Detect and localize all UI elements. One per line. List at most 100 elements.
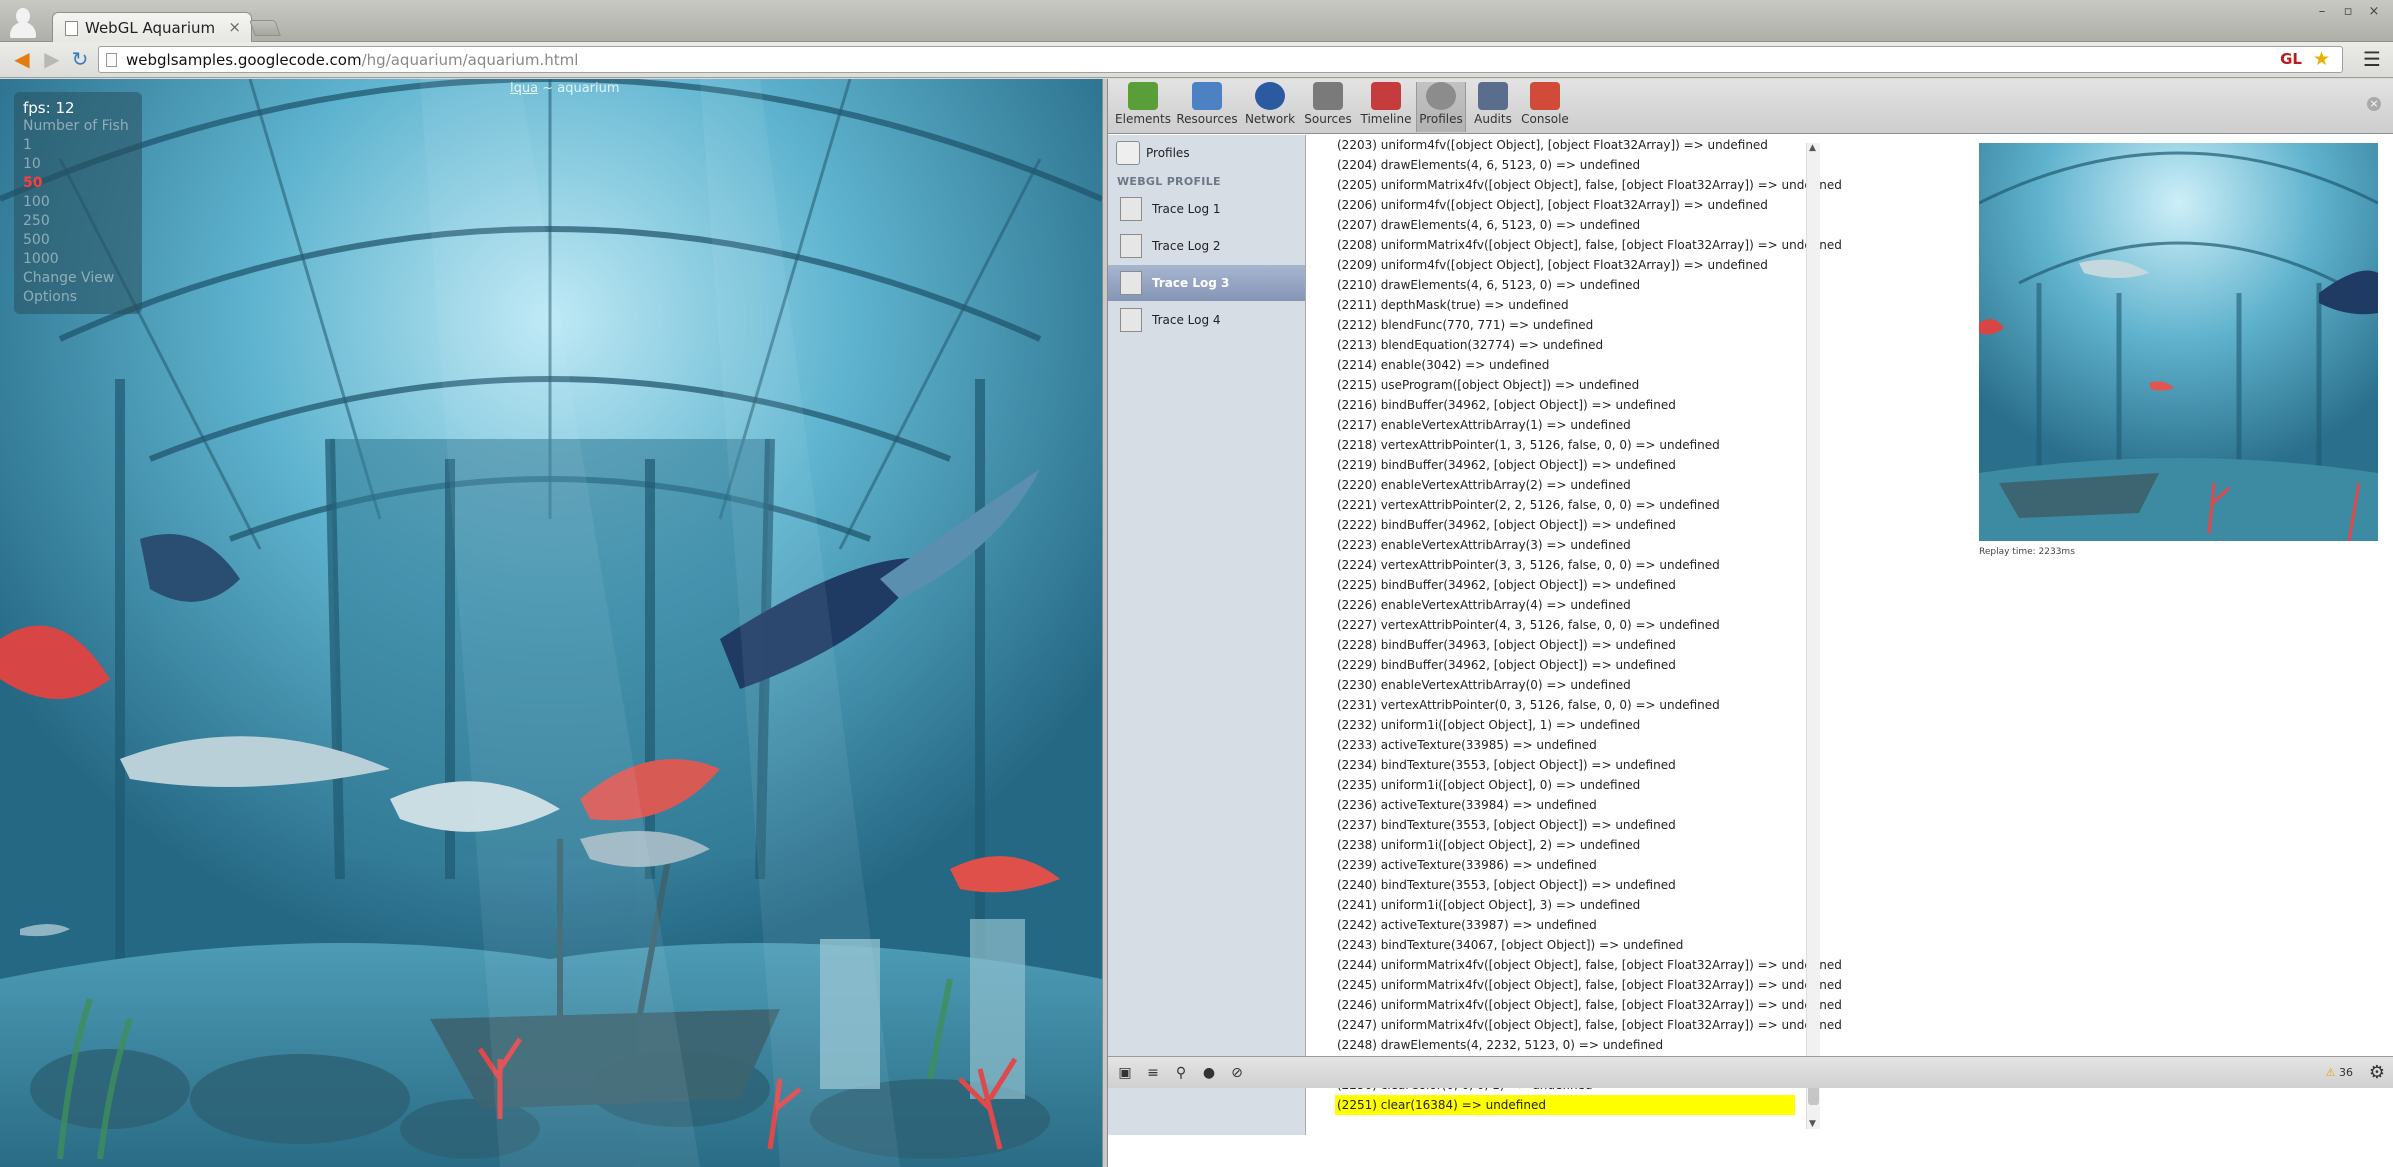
browser-toolbar: ◀ ▶ ↻ webglsamples.googlecode.com/hg/aqu…: [0, 42, 2393, 78]
tool-resources-label: Resources: [1176, 112, 1238, 126]
webgl-profile-section-title: WEBGL PROFILE: [1117, 175, 1221, 188]
aquarium-controls-panel: fps: 12 Number of Fish 1 10 50 100 250 5…: [14, 92, 142, 314]
aquarium-title-text: ~ aquarium: [538, 81, 620, 96]
tool-sources-label: Sources: [1304, 112, 1352, 126]
reload-icon[interactable]: ↻: [68, 47, 92, 71]
fish-option-250[interactable]: 250: [23, 213, 50, 229]
devtools-toolbar: Elements Resources Network Sources Timel…: [1108, 79, 2393, 134]
sidebar-item-label: Trace Log 1: [1152, 202, 1221, 216]
scroll-up-icon[interactable]: ▲: [1809, 143, 1816, 153]
timeline-icon: [1371, 82, 1401, 110]
sidebar-item-trace-log-3[interactable]: Trace Log 3: [1108, 265, 1305, 301]
tab-close-button[interactable]: ×: [228, 18, 241, 36]
tab-title: WebGL Aquarium: [85, 19, 216, 37]
browser-tab[interactable]: WebGL Aquarium ×: [52, 12, 252, 43]
replay-preview-scene: [1979, 143, 2378, 541]
console-drawer-icon[interactable]: ≡: [1142, 1063, 1164, 1083]
network-icon: [1255, 82, 1285, 110]
fish-option-1[interactable]: 1: [23, 137, 32, 153]
webgl-extension-icon[interactable]: GL: [2280, 50, 2302, 68]
resources-icon: [1192, 82, 1222, 110]
options-link[interactable]: Options: [23, 289, 77, 305]
fish-option-500[interactable]: 500: [23, 232, 50, 248]
replay-preview-image: [1979, 143, 2378, 541]
scroll-down-icon[interactable]: ▼: [1809, 1119, 1816, 1129]
warning-count: 36: [2339, 1066, 2353, 1079]
window-controls: – ▫ ×: [2313, 4, 2383, 19]
page-icon: [106, 53, 117, 67]
menu-icon[interactable]: ☰: [2360, 47, 2384, 71]
aquarium-canvas[interactable]: lqua ~ aquarium fps: 12 Number of Fish 1…: [0, 79, 1102, 1167]
tool-elements[interactable]: Elements: [1114, 82, 1172, 132]
profiles-sidebar: Profiles WEBGL PROFILE Trace Log 1 Trace…: [1108, 135, 1306, 1135]
user-profile-icon[interactable]: [10, 8, 36, 38]
close-window-button[interactable]: ×: [2365, 4, 2383, 19]
bookmark-star-icon[interactable]: ★: [2313, 48, 2330, 70]
new-tab-button[interactable]: [249, 20, 281, 36]
record-icon[interactable]: ●: [1198, 1063, 1220, 1083]
sidebar-item-label: Trace Log 2: [1152, 239, 1221, 253]
devtools-close-icon[interactable]: ×: [2367, 97, 2381, 111]
settings-gear-icon[interactable]: ⚙: [2369, 1062, 2385, 1083]
fish-option-10[interactable]: 10: [23, 156, 41, 172]
minimize-button[interactable]: –: [2313, 4, 2331, 19]
profiles-icon: [1426, 82, 1456, 110]
tool-resources[interactable]: Resources: [1174, 82, 1240, 132]
tool-profiles-label: Profiles: [1419, 112, 1463, 126]
change-view-link[interactable]: Change View: [23, 270, 114, 286]
tool-elements-label: Elements: [1115, 112, 1171, 126]
sources-icon: [1313, 82, 1343, 110]
aquarium-title: lqua ~ aquarium: [510, 81, 620, 96]
forward-arrow-icon[interactable]: ▶: [40, 47, 64, 71]
fps-counter: fps: 12: [23, 99, 75, 117]
sidebar-item-trace-log-1[interactable]: Trace Log 1: [1108, 191, 1305, 227]
clear-icon[interactable]: ⊘: [1226, 1063, 1248, 1083]
back-arrow-icon[interactable]: ◀: [10, 47, 34, 71]
aquarium-title-link[interactable]: lqua: [510, 81, 538, 96]
sidebar-item-trace-log-4[interactable]: Trace Log 4: [1108, 302, 1305, 338]
window-titlebar: WebGL Aquarium × – ▫ ×: [0, 0, 2393, 43]
elements-icon: [1128, 82, 1158, 110]
fish-option-100[interactable]: 100: [23, 194, 50, 210]
page-content: lqua ~ aquarium fps: 12 Number of Fish 1…: [0, 79, 2393, 1167]
profiles-clock-icon: [1116, 141, 1140, 165]
devtools-panel: Elements Resources Network Sources Timel…: [1108, 79, 2393, 1167]
page-favicon-icon: [65, 21, 78, 36]
trace-log-icon: [1120, 197, 1142, 221]
maximize-button[interactable]: ▫: [2339, 4, 2357, 19]
replay-time-label: Replay time: 2233ms: [1979, 547, 2075, 557]
fish-option-1000[interactable]: 1000: [23, 251, 59, 267]
warning-icon: ⚠: [2325, 1066, 2336, 1079]
tool-profiles[interactable]: Profiles: [1416, 82, 1466, 132]
tool-network[interactable]: Network: [1242, 82, 1298, 132]
trace-log-scrollbar[interactable]: ▲ ▼: [1806, 143, 1820, 1129]
tool-sources[interactable]: Sources: [1300, 82, 1356, 132]
tool-timeline-label: Timeline: [1360, 112, 1412, 126]
trace-log-line[interactable]: (2251) clear(16384) => undefined: [1335, 1095, 1795, 1115]
profiles-root-label: Profiles: [1146, 146, 1190, 160]
trace-log-icon: [1120, 271, 1142, 295]
sidebar-item-label: Trace Log 4: [1152, 313, 1221, 327]
sidebar-item-trace-log-2[interactable]: Trace Log 2: [1108, 228, 1305, 264]
trace-log-icon: [1120, 308, 1142, 332]
aquarium-scene: [0, 79, 1102, 1167]
audits-icon: [1478, 82, 1508, 110]
url-text[interactable]: webglsamples.googlecode.com/hg/aquarium/…: [126, 51, 578, 69]
dock-icon[interactable]: ▣: [1114, 1063, 1136, 1083]
tool-audits-label: Audits: [1474, 112, 1512, 126]
tool-timeline[interactable]: Timeline: [1358, 82, 1414, 132]
tool-network-label: Network: [1244, 112, 1296, 126]
warning-counter[interactable]: ⚠ 36: [2326, 1066, 2353, 1079]
address-bar[interactable]: webglsamples.googlecode.com/hg/aquarium/…: [98, 46, 2343, 73]
devtools-status-bar: ▣ ≡ ⚲ ● ⊘ ⚠ 36 ⚙: [1108, 1056, 2393, 1088]
fish-option-50[interactable]: 50: [23, 175, 42, 191]
console-icon: [1530, 82, 1560, 110]
tool-audits[interactable]: Audits: [1468, 82, 1518, 132]
number-of-fish-label: Number of Fish: [23, 118, 129, 134]
tool-console[interactable]: Console: [1520, 82, 1570, 132]
url-path: /hg/aquarium/aquarium.html: [361, 51, 579, 69]
tool-console-label: Console: [1521, 112, 1569, 126]
trace-log-list[interactable]: (2203) uniform4fv([object Object], [obje…: [1323, 135, 1923, 1135]
search-icon[interactable]: ⚲: [1170, 1063, 1192, 1083]
sidebar-item-label: Trace Log 3: [1152, 276, 1230, 290]
